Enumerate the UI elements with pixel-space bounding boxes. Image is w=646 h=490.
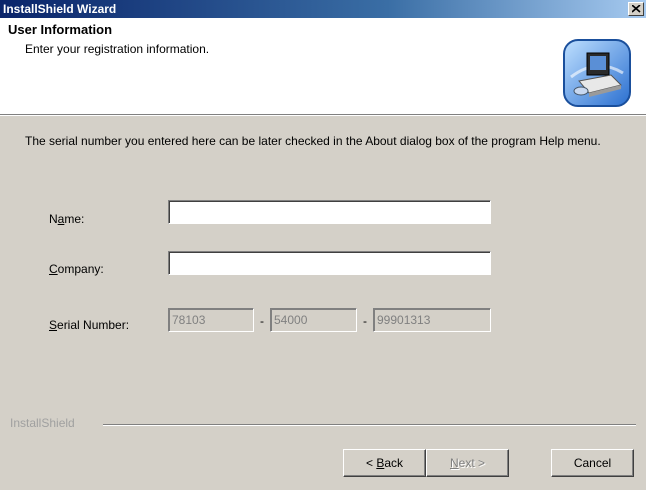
serial-number-label: Serial Number: (49, 318, 129, 332)
close-button[interactable] (628, 2, 644, 16)
cancel-button[interactable]: Cancel (551, 449, 634, 477)
title-bar[interactable]: InstallShield Wizard (0, 0, 646, 18)
serial-part-2-input (270, 308, 357, 332)
page-subtitle: Enter your registration information. (25, 42, 210, 56)
header-divider-highlight (0, 115, 646, 116)
company-label-part: ompany: (57, 262, 104, 276)
header-panel: User Information Enter your registration… (0, 18, 646, 114)
name-label-part: N (49, 212, 58, 226)
serial-separator: - (363, 314, 367, 328)
installshield-brand: InstallShield (10, 416, 75, 430)
back-label-part: < (365, 456, 377, 470)
company-label-accel: C (49, 262, 58, 276)
computer-setup-icon (563, 39, 631, 107)
serial-separator: - (260, 314, 264, 328)
description-text: The serial number you entered here can b… (25, 134, 601, 148)
back-button[interactable]: < Back (343, 449, 426, 477)
page-title: User Information (8, 22, 113, 37)
serial-label-part: erial Number: (57, 318, 130, 332)
name-label-part: me: (64, 212, 85, 226)
close-icon (632, 5, 641, 13)
serial-label-accel: S (49, 318, 58, 332)
company-label: Company: (49, 262, 104, 276)
company-input[interactable] (168, 251, 491, 275)
footer-divider-highlight (103, 425, 636, 426)
serial-part-3-input (373, 308, 491, 332)
name-label: Name: (49, 212, 84, 226)
window-title: InstallShield Wizard (3, 2, 117, 16)
next-button[interactable]: Next > (426, 449, 509, 477)
name-input[interactable] (168, 200, 491, 224)
back-label-part: ack (384, 456, 404, 470)
next-label-part: ext > (458, 456, 486, 470)
serial-part-1-input (168, 308, 254, 332)
next-label-accel: N (449, 456, 459, 470)
